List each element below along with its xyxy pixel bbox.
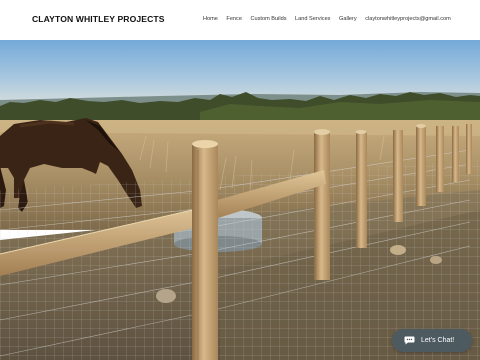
chat-button-label: Let's Chat! [421,337,455,344]
nav-email-link[interactable]: claytonwhitleyprojects@gmail.com [365,16,451,22]
hero-scene [0,40,480,360]
fence-post-front [192,140,218,360]
chat-button[interactable]: Let's Chat! [392,329,472,352]
nav-link-custom-builds[interactable]: Custom Builds [250,16,286,22]
nav-link-fence[interactable]: Fence [226,16,242,22]
site-brand[interactable]: CLAYTON WHITLEY PROJECTS [32,14,165,24]
nav-link-home[interactable]: Home [203,16,218,22]
nav-link-land-services[interactable]: Land Services [295,16,330,22]
site-header: CLAYTON WHITLEY PROJECTS Home Fence Cust… [0,0,480,40]
main-nav: Home Fence Custom Builds Land Services G… [203,16,451,22]
nav-link-gallery[interactable]: Gallery [339,16,357,22]
hero-image [0,40,480,360]
chat-bubble-icon [404,336,415,345]
